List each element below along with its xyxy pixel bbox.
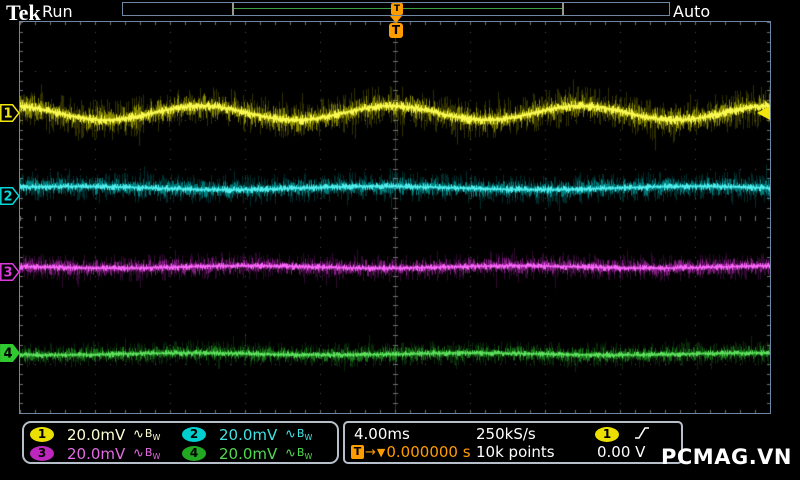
trigger-level-value: 0.00 V (597, 443, 646, 461)
timebase-trigger-panel: 4.00ms 250kS/s 1 T → ▼ 0.000000 s 10k po… (343, 421, 683, 464)
trigger-position-marker: T (388, 16, 404, 38)
ch4-scale: 20.0mV (219, 444, 278, 463)
watermark: PCMAG.VN (661, 445, 792, 469)
ch2-ac-coupling-icon: ∿ (285, 427, 296, 442)
sample-rate: 250kS/s (476, 425, 536, 443)
ch2-readout: 2 20.0mV ∿ BW (182, 425, 313, 444)
trigger-source-badge: 1 (595, 427, 619, 442)
trigger-position-icon: ▼ (376, 445, 386, 459)
record-trigger-marker: T (391, 3, 403, 15)
ch1-ac-coupling-icon: ∿ (133, 427, 144, 442)
ch3-bandwidth-limit-icon: BW (144, 446, 161, 461)
ch3-scale: 20.0mV (67, 444, 126, 463)
trigger-down-arrow-icon (390, 16, 402, 23)
ch4-bandwidth-limit-icon: BW (296, 446, 313, 461)
ch2-scale: 20.0mV (219, 425, 278, 444)
trigger-delay-readout: T → ▼ 0.000000 s (351, 443, 471, 461)
ch1-scale: 20.0mV (67, 425, 126, 444)
ch1-badge: 1 (30, 427, 54, 442)
ch1-bandwidth-limit-icon: BW (144, 427, 161, 442)
ch4-badge: 4 (182, 446, 206, 461)
arrow-right-icon: → (365, 444, 376, 460)
svg-text:1: 1 (4, 107, 13, 122)
ch3-position-marker: 3 (0, 263, 20, 281)
ch2-bandwidth-limit-icon: BW (296, 427, 313, 442)
channel-readout-panel: 1 20.0mV ∿ BW 2 20.0mV ∿ BW 3 20.0mV ∿ B… (22, 421, 339, 464)
ch2-badge: 2 (182, 427, 206, 442)
record-window-bracket-right (562, 3, 564, 15)
svg-text:2: 2 (4, 190, 13, 205)
ch1-position-marker: 1 (0, 104, 20, 122)
trigger-source: 1 (595, 426, 619, 443)
svg-text:3: 3 (4, 266, 13, 281)
svg-text:4: 4 (4, 347, 13, 362)
trigger-t-icon: T (389, 23, 403, 38)
trigger-level-arrow-icon (757, 106, 770, 120)
ch4-position-marker: 4 (0, 344, 20, 362)
ch3-ac-coupling-icon: ∿ (133, 446, 144, 461)
graticule (19, 21, 771, 414)
ch1-readout: 1 20.0mV ∿ BW (30, 425, 161, 444)
trigger-delay-value: 0.000000 s (386, 443, 471, 461)
ch3-badge: 3 (30, 446, 54, 461)
oscilloscope-screen: Tek Run Auto T T 1 2 3 4 1 20.0mV ∿ BW 2… (0, 0, 800, 480)
waveform-canvas (20, 22, 770, 413)
record-view-bar: T (122, 2, 670, 16)
ch3-readout: 3 20.0mV ∿ BW (30, 444, 161, 463)
timebase-scale: 4.00ms (354, 425, 410, 443)
ch2-position-marker: 2 (0, 187, 20, 205)
trigger-flag-icon: T (351, 445, 364, 459)
ch4-readout: 4 20.0mV ∿ BW (182, 444, 313, 463)
record-window-bracket-left (232, 3, 234, 15)
acquisition-status: Run (42, 2, 73, 21)
trigger-mode-label: Auto (673, 2, 711, 21)
record-length: 10k points (476, 443, 555, 461)
ch4-ac-coupling-icon: ∿ (285, 446, 296, 461)
